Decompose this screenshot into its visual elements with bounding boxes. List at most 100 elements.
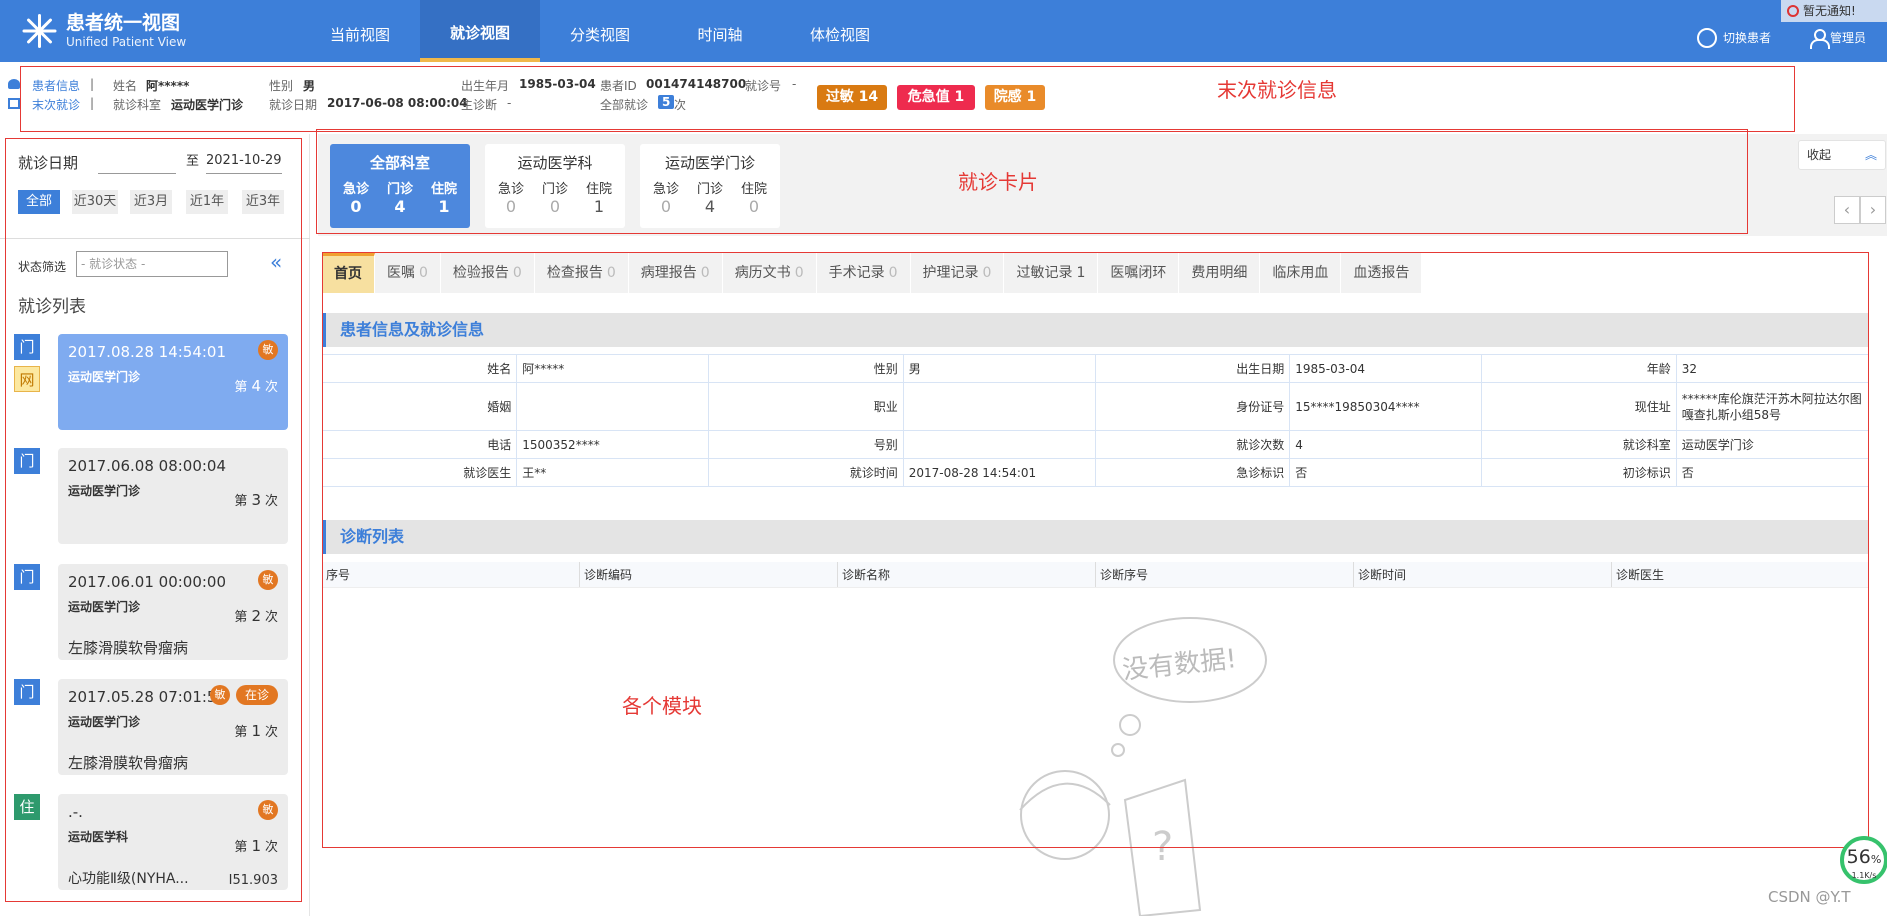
table-row: 婚姻 职业 身份证号 15****19850304**** 现住址 ******库伦… [321,382,1870,431]
tab-nursing[interactable]: 护理记录 0 [911,253,1005,293]
field-value [902,430,1096,459]
date-from-input[interactable] [98,148,176,174]
outpatient-label: 门诊 [696,182,723,197]
column-header[interactable]: 诊断序号 [1095,562,1353,587]
refresh-icon [1697,28,1717,48]
patient-section-title: 患者信息及就诊信息 [322,313,1869,347]
tab-order-loop[interactable]: 医嘱闭环 [1098,253,1180,293]
collapse-button[interactable]: 收起 ︽ [1798,140,1886,170]
dept-label: 就诊科室 [113,98,162,112]
nav-checkup-view[interactable]: 体检视图 [780,0,900,62]
network-progress-widget[interactable]: 56% 1.1K/s [1840,836,1887,884]
all-visits-count[interactable]: 5 [658,95,675,109]
field-value: 1985-03-04 [1289,354,1483,383]
visit-date-label: 就诊日期 [18,154,79,172]
prev-arrow-icon[interactable]: ‹ [1834,196,1860,224]
name-label: 姓名 [113,79,138,93]
tab-allergy[interactable]: 过敏记录 1 [1004,253,1099,293]
gender-value: 男 [303,79,316,93]
critical-value-badge[interactable]: 危急值 1 [897,85,975,110]
tab-medical-records[interactable]: 病历文书 0 [723,253,817,293]
column-header[interactable]: 诊断时间 [1353,562,1611,587]
field-label: 现住址 [1481,382,1677,431]
logo-icon [20,12,58,50]
visit-date: 2017.06.01 00:00:00 [68,573,227,591]
emergency-label: 急诊 [652,182,679,197]
patient-info-label[interactable]: 患者信息 [32,77,80,94]
range-all-button[interactable]: 全部 [18,190,60,214]
visit-type-outpatient: 门 [14,564,40,590]
main-nav: 当前视图 就诊视图 分类视图 时间轴 体检视图 [300,0,900,62]
visit-card[interactable]: 2017.05.28 07:01:56 运动医学门诊 第1次 左膝滑膜软骨瘤病 … [58,679,288,775]
field-value: 王** [516,458,710,487]
nav-current-view[interactable]: 当前视图 [300,0,420,62]
inpatient-label: 住院 [740,182,767,197]
dept-card-sports-medicine-clinic[interactable]: 运动医学门诊 急诊 门诊 住院 0 4 0 [640,144,780,228]
divider [0,238,310,239]
range-3y-button[interactable]: 近3年 [242,190,284,214]
field-value: 2017-08-28 14:54:01 [902,458,1096,487]
dept-card-sports-medicine[interactable]: 运动医学科 急诊 门诊 住院 0 0 1 [485,144,625,228]
column-header[interactable]: 诊断编码 [579,562,837,587]
date-to-input[interactable]: 2021-10-29 [206,148,282,174]
tab-costs[interactable]: 费用明细 [1179,253,1261,293]
network-speed: 1.1K/s [1851,871,1877,880]
nav-visit-view[interactable]: 就诊视图 [420,0,540,62]
app-title: 患者统一视图 [66,12,181,34]
column-header[interactable]: 诊断医生 [1611,562,1869,587]
outpatient-label: 门诊 [541,182,568,197]
infection-badge[interactable]: 院感 1 [985,85,1045,110]
table-row: 电话 1500352**** 号别 就诊次数 4 就诊科室 运动医学门诊 [321,430,1870,459]
field-label: 年龄 [1481,354,1677,383]
birth-label: 出生年月 [461,79,510,93]
range-3m-button[interactable]: 近3月 [130,190,172,214]
allergy-badge[interactable]: 过敏 14 [817,85,887,110]
tab-exam-reports[interactable]: 检查报告 0 [535,253,629,293]
field-label: 职业 [708,382,904,431]
collapse-sidebar-icon[interactable]: « [270,252,282,272]
column-header[interactable]: 序号 [322,562,579,587]
visit-card[interactable]: .-. 运动医学科 第1次 心功能Ⅱ级(NYHA... I51.903 敏 [58,794,288,890]
tab-surgery[interactable]: 手术记录 0 [817,253,911,293]
visit-card[interactable]: 2017.08.28 14:54:01 运动医学门诊 第4次 敏 [58,334,288,430]
dept-card-all[interactable]: 全部科室 急诊 门诊 住院 0 4 1 [330,144,470,228]
nav-timeline[interactable]: 时间轴 [660,0,780,62]
field-label: 号别 [708,430,904,459]
visit-card[interactable]: 2017.06.01 00:00:00 运动医学门诊 第2次 左膝滑膜软骨瘤病 … [58,564,288,660]
visit-no-value: - [792,77,797,91]
field-label: 婚姻 [321,382,518,431]
visit-type-inpatient: 住 [14,794,40,820]
next-arrow-icon[interactable]: › [1860,196,1886,224]
tab-home[interactable]: 首页 [322,253,375,293]
visit-date: 2017.06.08 08:00:04 [68,457,227,475]
range-1y-button[interactable]: 近1年 [186,190,228,214]
range-30d-button[interactable]: 近30天 [72,190,118,214]
notification[interactable]: 暂无通知! [1781,0,1887,22]
dept-value: 运动医学门诊 [171,98,244,112]
column-header[interactable]: 诊断名称 [837,562,1095,587]
notification-text: 暂无通知! [1803,4,1856,18]
field-value [516,382,710,431]
tab-pathology[interactable]: 病理报告 0 [629,253,723,293]
switch-patient-button[interactable]: 切换患者 [1697,24,1771,52]
visit-no-label: 就诊号 [745,79,782,93]
separator: | [90,77,95,91]
visit-list-title: 就诊列表 [18,297,86,317]
nav-category-view[interactable]: 分类视图 [540,0,660,62]
tab-orders[interactable]: 医嘱 0 [375,253,441,293]
allergy-tag: 敏 [258,340,278,360]
field-label: 出生日期 [1094,354,1291,383]
visit-card[interactable]: 2017.06.08 08:00:04 运动医学门诊 第3次 [58,448,288,544]
tab-dialysis[interactable]: 血透报告 [1341,253,1423,293]
outpatient-label: 门诊 [386,182,413,197]
dept-card-name: 运动医学科 [517,154,593,172]
tab-lab-reports[interactable]: 检验报告 0 [441,253,535,293]
name-value: 阿***** [146,79,190,93]
diag-label: 主诊断 [461,98,498,112]
field-label: 性别 [708,354,904,383]
admin-menu[interactable]: 管理员 [1810,24,1866,52]
status-filter-input[interactable]: - 就诊状态 - [76,251,228,277]
tab-blood[interactable]: 临床用血 [1260,253,1342,293]
watermark: CSDN @Y.T [1768,888,1851,906]
last-visit-label[interactable]: 末次就诊 [32,96,80,113]
